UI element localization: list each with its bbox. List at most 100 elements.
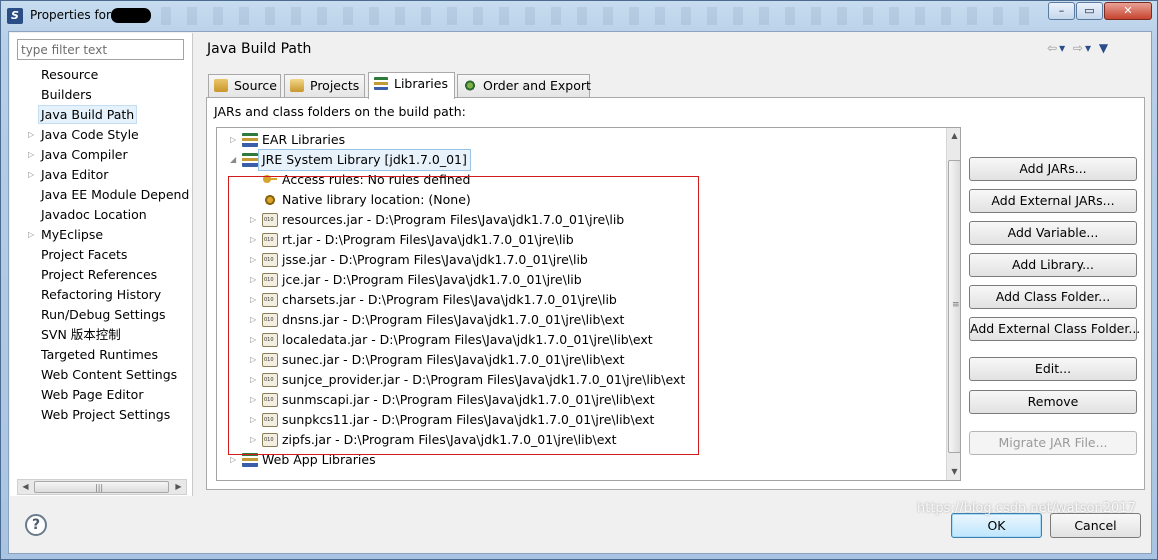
expand-arrow-icon[interactable]: ▷ (250, 410, 256, 430)
expand-arrow-icon[interactable]: ▷ (250, 350, 256, 370)
dialog-client-area: ResourceBuildersJava Build Path▷Java Cod… (8, 31, 1152, 554)
tab-order-and-export[interactable]: Order and Export (457, 74, 591, 98)
expand-arrow-icon[interactable]: ▷ (250, 370, 256, 390)
title-bar[interactable]: S Properties for – ▭ ✕ (1, 1, 1157, 31)
tab-source[interactable]: Source (208, 74, 281, 98)
tree-row-label: JRE System Library [jdk1.7.0_01] (258, 149, 471, 171)
tree-row-label: Native library location: (None) (282, 192, 471, 207)
tree-row-label: sunec.jar - D:\Program Files\Java\jdk1.7… (282, 352, 625, 367)
jar-icon (262, 433, 278, 447)
sidebar-item[interactable]: Refactoring History (10, 285, 193, 305)
sidebar-item[interactable]: Resource (10, 65, 193, 85)
back-menu-icon[interactable]: ▾ (1059, 41, 1067, 55)
sidebar-item-label: Run/Debug Settings (41, 307, 166, 322)
expand-arrow-icon[interactable]: ▷ (250, 330, 256, 350)
expand-arrow-icon[interactable]: ▷ (28, 225, 34, 245)
sidebar-item[interactable]: ▷ Java Compiler (10, 145, 193, 165)
tree-row-label: rt.jar - D:\Program Files\Java\jdk1.7.0_… (282, 232, 574, 247)
add-external-jars-button[interactable]: Add External JARs... (969, 189, 1137, 213)
view-menu-icon[interactable]: ▼ (1099, 41, 1110, 55)
tree-scroll-thumb[interactable]: ≡ (948, 160, 960, 453)
jar-icon (262, 293, 278, 307)
sidebar-item-label: Web Page Editor (41, 387, 144, 402)
scroll-right-arrow-icon[interactable]: ▶ (171, 480, 186, 494)
expand-arrow-icon[interactable]: ▷ (250, 230, 256, 250)
scroll-left-arrow-icon[interactable]: ◀ (18, 480, 33, 494)
expand-arrow-icon[interactable]: ▷ (28, 125, 34, 145)
jar-icon (262, 353, 278, 367)
close-button[interactable]: ✕ (1104, 2, 1152, 20)
sidebar-item[interactable]: ▷ Java Editor (10, 165, 193, 185)
sidebar-item-label: Java Compiler (41, 147, 128, 162)
expand-arrow-icon[interactable]: ▷ (230, 450, 236, 470)
expand-arrow-icon[interactable]: ▷ (250, 390, 256, 410)
sidebar-item-label: Refactoring History (41, 287, 162, 302)
ok-button[interactable]: OK (951, 513, 1042, 538)
remove-button[interactable]: Remove (969, 390, 1137, 414)
sidebar-item-label: Builders (41, 87, 92, 102)
nav-horizontal-scrollbar[interactable]: ◀ ||| ▶ (17, 479, 187, 495)
sidebar-item[interactable]: Java Build Path (10, 105, 193, 125)
tab-projects[interactable]: Projects (284, 74, 365, 98)
scroll-thumb[interactable]: ||| (34, 481, 169, 493)
expand-arrow-icon[interactable]: ▷ (250, 290, 256, 310)
sidebar-item[interactable]: Java EE Module Depend (10, 185, 193, 205)
gear-icon (262, 193, 278, 207)
jar-icon (262, 333, 278, 347)
sidebar-item[interactable]: Web Project Settings (10, 405, 193, 425)
expand-arrow-icon[interactable]: ▷ (28, 165, 34, 185)
tree-row-label: sunjce_provider.jar - D:\Program Files\J… (282, 372, 686, 387)
add-variable-button[interactable]: Add Variable... (969, 221, 1137, 245)
jar-icon (262, 253, 278, 267)
sidebar-item[interactable]: Web Page Editor (10, 385, 193, 405)
tree-vertical-scrollbar[interactable]: ▲ ≡ ▼ (946, 128, 960, 480)
sidebar-item-label: Java Code Style (41, 127, 139, 142)
cancel-button[interactable]: Cancel (1050, 513, 1141, 538)
expand-arrow-icon[interactable]: ▷ (250, 210, 256, 230)
add-external-class-folder-button[interactable]: Add External Class Folder... (969, 317, 1140, 341)
jar-icon (262, 393, 278, 407)
expand-arrow-icon[interactable]: ▷ (250, 270, 256, 290)
expand-arrow-icon[interactable]: ▷ (250, 430, 256, 450)
tab-libraries[interactable]: Libraries (368, 72, 455, 99)
sidebar-item-label: Web Content Settings (41, 367, 178, 382)
forward-menu-icon[interactable]: ▾ (1085, 41, 1093, 55)
expand-arrow-icon[interactable]: ▷ (28, 145, 34, 165)
filter-input[interactable] (17, 39, 184, 60)
collapse-arrow-icon[interactable]: ◢ (230, 150, 236, 170)
sidebar-item[interactable]: SVN 版本控制 (10, 325, 193, 345)
sidebar-item[interactable]: Web Content Settings (10, 365, 193, 385)
maximize-button[interactable]: ▭ (1076, 2, 1103, 20)
jar-icon (262, 413, 278, 427)
grip-icon: ||| (95, 483, 104, 492)
expand-arrow-icon[interactable]: ▷ (230, 130, 236, 150)
add-class-folder-button[interactable]: Add Class Folder... (969, 285, 1137, 309)
tree-row-label: Web App Libraries (262, 452, 376, 467)
order-export-icon (463, 79, 477, 92)
jar-icon (262, 373, 278, 387)
library-icon (242, 153, 258, 167)
sidebar-item[interactable]: Targeted Runtimes (10, 345, 193, 365)
sidebar-item[interactable]: Project Facets (10, 245, 193, 265)
sidebar-item[interactable]: Builders (10, 85, 193, 105)
forward-arrow-icon[interactable]: ⇨ (1073, 41, 1085, 55)
expand-arrow-icon[interactable]: ▷ (250, 310, 256, 330)
edit-button[interactable]: Edit... (969, 357, 1137, 381)
scroll-down-arrow-icon[interactable]: ▼ (947, 464, 960, 480)
expand-arrow-icon[interactable]: ▷ (250, 250, 256, 270)
migrate-jar-file-button[interactable]: Migrate JAR File... (969, 431, 1137, 455)
help-icon[interactable]: ? (25, 514, 47, 536)
sidebar-item-label: Java EE Module Depend (41, 187, 190, 202)
sidebar-item[interactable]: ▷ MyEclipse (10, 225, 193, 245)
sidebar-item[interactable]: Run/Debug Settings (10, 305, 193, 325)
sidebar-item[interactable]: Javadoc Location (10, 205, 193, 225)
sidebar-item[interactable]: ▷ Java Code Style (10, 125, 193, 145)
projects-icon (290, 79, 304, 92)
add-library-button[interactable]: Add Library... (969, 253, 1137, 277)
back-arrow-icon[interactable]: ⇦ (1047, 41, 1059, 55)
sidebar-item[interactable]: Project References (10, 265, 193, 285)
add-jars-button[interactable]: Add JARs... (969, 157, 1137, 181)
scroll-up-arrow-icon[interactable]: ▲ (947, 128, 960, 144)
minimize-button[interactable]: – (1048, 2, 1075, 20)
build-path-tree[interactable]: ▷ EAR Libraries ◢ JRE System Library [jdk1.… (216, 127, 961, 481)
